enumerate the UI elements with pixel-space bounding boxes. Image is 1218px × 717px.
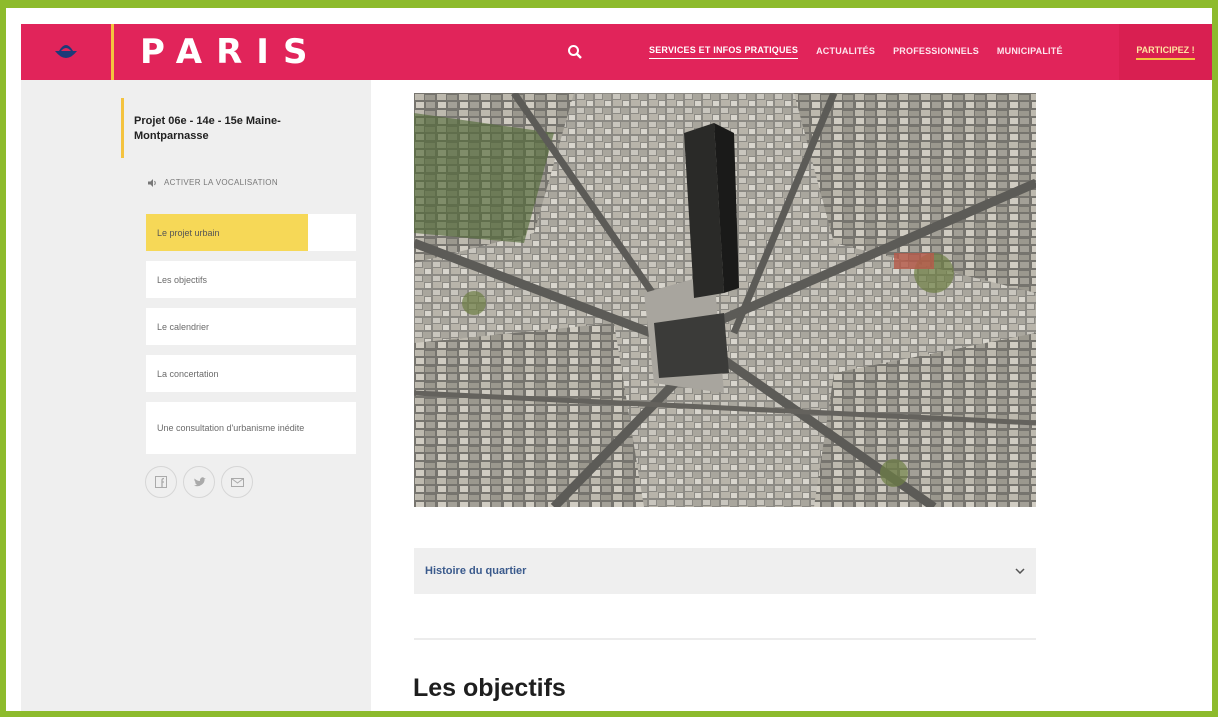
logo-divider bbox=[111, 24, 114, 80]
boat-logo-icon bbox=[55, 45, 77, 58]
project-title: Projet 06e - 14e - 15e Maine-Montparnass… bbox=[134, 115, 281, 142]
section-divider bbox=[414, 638, 1036, 640]
menu-item-objectifs[interactable]: Les objectifs bbox=[146, 261, 356, 298]
vocalisation-toggle[interactable]: ACTIVER LA VOCALISATION bbox=[148, 178, 278, 187]
facebook-icon bbox=[155, 476, 167, 488]
aerial-photo-illustration bbox=[414, 93, 1036, 507]
chevron-down-icon bbox=[1015, 568, 1025, 574]
accordion-label: Histoire du quartier bbox=[425, 565, 527, 577]
menu-item-concertation[interactable]: La concertation bbox=[146, 355, 356, 392]
participez-button[interactable]: PARTICIPEZ ! bbox=[1119, 24, 1212, 80]
search-icon bbox=[568, 45, 582, 59]
site-brand[interactable]: PARIS bbox=[140, 32, 321, 72]
vocalisation-label: ACTIVER LA VOCALISATION bbox=[164, 178, 278, 187]
project-title-block: Projet 06e - 14e - 15e Maine-Montparnass… bbox=[121, 98, 311, 158]
top-navigation-bar: PARIS SERVICES ET INFOS PRATIQUES ACTUAL… bbox=[21, 24, 1212, 80]
nav-services[interactable]: SERVICES ET INFOS PRATIQUES bbox=[649, 45, 799, 59]
menu-item-projet-urbain[interactable]: Le projet urbain bbox=[146, 214, 356, 251]
search-button[interactable] bbox=[561, 38, 589, 66]
speaker-icon bbox=[148, 178, 156, 187]
section-title: Les objectifs bbox=[413, 674, 566, 702]
sidebar: Projet 06e - 14e - 15e Maine-Montparnass… bbox=[21, 80, 371, 711]
accordion-histoire-quartier[interactable]: Histoire du quartier bbox=[414, 548, 1036, 594]
menu-item-calendrier[interactable]: Le calendrier bbox=[146, 308, 356, 345]
paris-logo[interactable] bbox=[21, 24, 111, 80]
nav-professionnels[interactable]: PROFESSIONNELS bbox=[893, 46, 979, 59]
twitter-icon bbox=[193, 476, 206, 486]
mail-icon bbox=[230, 477, 244, 487]
menu-item-consultation[interactable]: Une consultation d'urbanisme inédite bbox=[146, 402, 356, 454]
nav-municipalite[interactable]: MUNICIPALITÉ bbox=[997, 46, 1063, 59]
nav-actualites[interactable]: ACTUALITÉS bbox=[816, 46, 875, 59]
share-twitter-button[interactable] bbox=[183, 466, 215, 498]
page: PARIS SERVICES ET INFOS PRATIQUES ACTUAL… bbox=[21, 24, 1212, 711]
screenshot-frame: PARIS SERVICES ET INFOS PRATIQUES ACTUAL… bbox=[0, 0, 1218, 717]
share-facebook-button[interactable] bbox=[145, 466, 177, 498]
participez-label: PARTICIPEZ ! bbox=[1136, 45, 1195, 60]
aerial-photo-montparnasse bbox=[414, 93, 1036, 507]
main-nav: SERVICES ET INFOS PRATIQUES ACTUALITÉS P… bbox=[649, 24, 1063, 80]
social-share bbox=[145, 466, 253, 498]
share-mail-button[interactable] bbox=[221, 466, 253, 498]
project-menu: Le projet urbain Les objectifs Le calend… bbox=[146, 214, 356, 464]
